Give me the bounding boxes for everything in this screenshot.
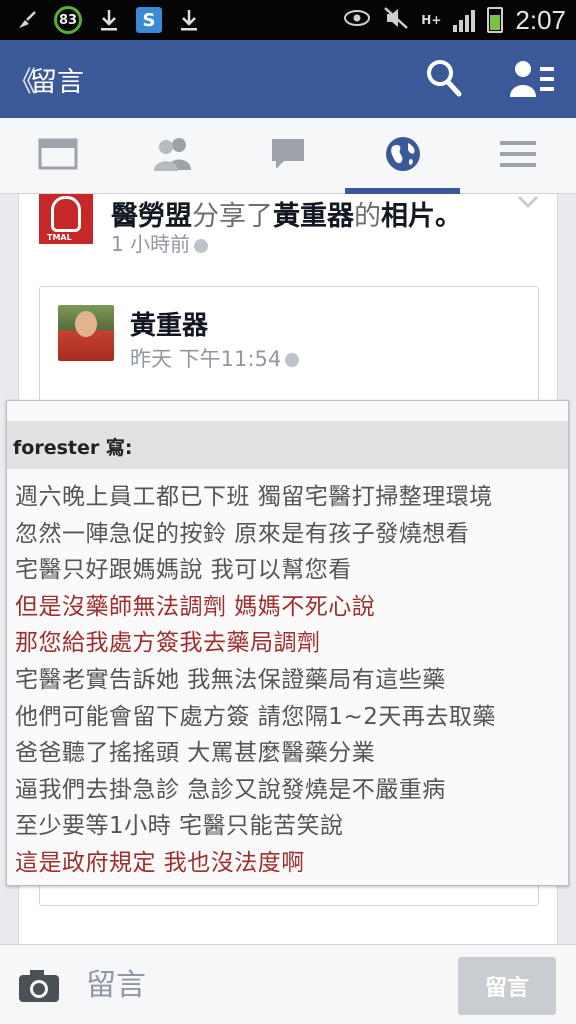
status-bar: 83 S H+ 2:07 [0, 0, 576, 40]
signal-icon [453, 8, 476, 32]
privacy-globe-icon [194, 238, 209, 253]
tab-friends[interactable] [115, 118, 230, 194]
tab-bar [0, 118, 576, 194]
quote-line: 他們可能會留下處方簽 請您隔1~2天再去取藥 [15, 703, 496, 730]
friend-list-icon[interactable] [508, 59, 556, 99]
download-icon [96, 7, 122, 33]
quote-line: 爸爸聽了搖搖頭 大罵甚麼醫藥分業 [15, 740, 376, 767]
mute-icon [383, 6, 409, 34]
quote-line: 忽然一陣急促的按鈴 原來是有孩子發燒想看 [15, 520, 470, 547]
possessive-text: 的 [354, 201, 381, 232]
clock: 2:07 [515, 4, 566, 35]
eye-icon [343, 9, 371, 31]
comment-bar: 留言 [0, 944, 576, 1024]
comment-input[interactable] [86, 963, 436, 1007]
friends-icon [151, 136, 195, 176]
photo-link[interactable]: 相片。 [381, 201, 462, 232]
battery-icon [487, 7, 504, 33]
quote-line: 宅醫只好跟媽媽說 我可以幫您看 [15, 557, 352, 584]
story-timestamp[interactable]: 1 小時前 [111, 228, 209, 257]
post-comment-button[interactable]: 留言 [458, 957, 556, 1015]
hamburger-icon [499, 139, 537, 173]
news-feed-icon [38, 138, 78, 174]
quote-line: 宅醫老實告訴她 我無法保證藥局有這些藥 [15, 666, 446, 693]
quote-line: 這是政府規定 我也沒法度啊 [15, 849, 305, 876]
user-avatar[interactable] [58, 305, 114, 361]
page-avatar[interactable]: TMAL [39, 194, 93, 244]
broom-icon [14, 7, 40, 33]
tab-news-feed[interactable] [0, 118, 115, 194]
globe-icon [384, 135, 422, 177]
network-icon: H+ [421, 13, 442, 27]
chat-icon [270, 137, 306, 175]
tab-messages[interactable] [230, 118, 345, 194]
quote-line: 週六晚上員工都已下班 獨留宅醫打掃整理環境 [15, 484, 493, 510]
quote-line: 逼我們去掛急診 急診又說發燒是不嚴重病 [15, 776, 446, 803]
tab-menu[interactable] [460, 118, 575, 194]
story-time-text: 1 小時前 [111, 232, 191, 256]
search-icon[interactable] [426, 59, 462, 97]
app-header: 《 留言 [0, 40, 576, 118]
shared-time-text: 昨天 下午11:54 [130, 347, 282, 371]
quote-author: forester 寫: [13, 437, 133, 459]
page-title: 留言 [30, 67, 84, 98]
quote-line: 至少要等1小時 宅醫只能苦笑說 [15, 813, 344, 840]
avatar-caption: TMAL [47, 233, 72, 242]
download-icon [176, 7, 202, 33]
quote-line: 但是沒藥師無法調劑 媽媽不死心說 [15, 593, 376, 620]
camera-icon[interactable] [18, 969, 60, 1003]
shared-author-name[interactable]: 黃重器 [130, 305, 208, 342]
s-app-icon: S [136, 7, 162, 33]
privacy-globe-icon [285, 353, 300, 367]
quote-line: 那您給我處方簽我去藥局調劑 [15, 630, 321, 657]
quote-image[interactable]: forester 寫: 週六晚上員工都已下班 獨留宅醫打掃整理環境 忽然一陣急促的… [6, 400, 569, 886]
shared-timestamp[interactable]: 昨天 下午11:54 [130, 343, 300, 373]
chevron-down-icon[interactable] [517, 194, 539, 209]
tab-notifications[interactable] [345, 118, 460, 194]
screen: 83 S H+ 2:07 《 留言 TMAL 醫勞盟分享了黃重器的相片。 1 小… [0, 0, 576, 1024]
battery-saver-icon: 83 [54, 6, 82, 34]
author-link[interactable]: 黃重器 [273, 201, 354, 232]
quote-body: 週六晚上員工都已下班 獨留宅醫打掃整理環境 忽然一陣急促的按鈴 原來是有孩子發燒想… [15, 479, 565, 882]
quote-header: forester 寫: [7, 421, 568, 469]
